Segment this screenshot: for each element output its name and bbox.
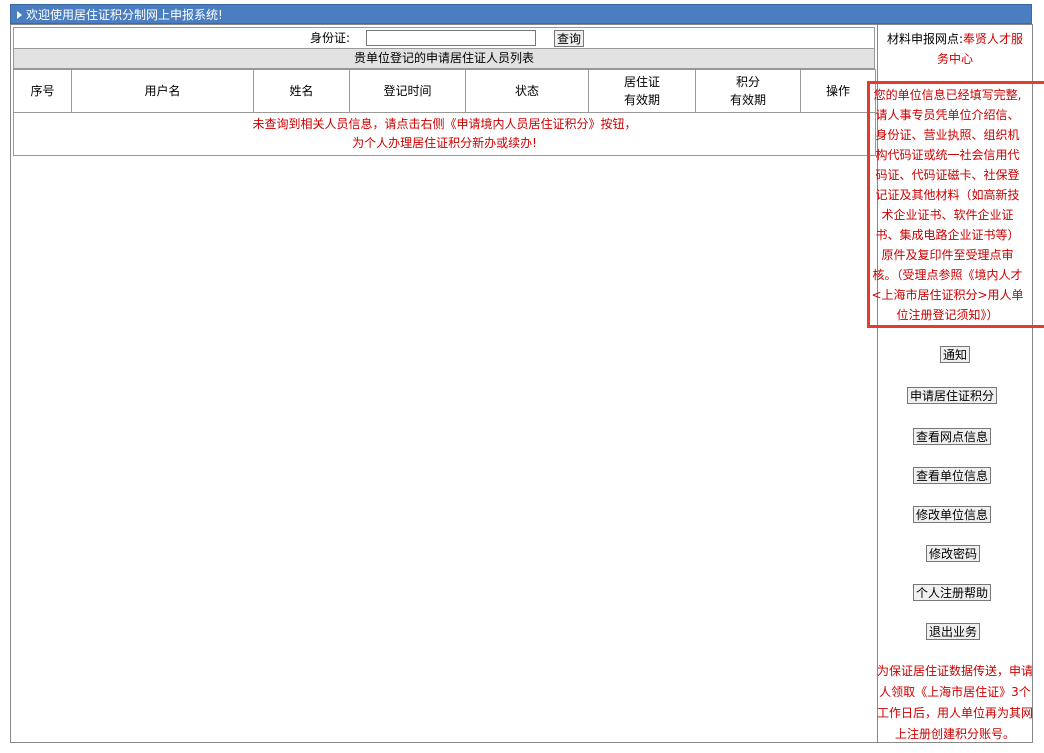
col-name: 姓名	[253, 69, 350, 113]
query-button[interactable]: 查询	[554, 30, 585, 47]
col-points-validity: 积分 有效期	[695, 69, 801, 113]
service-point-info: 材料申报网点:奉贤人才服务中心	[882, 29, 1028, 69]
edit-unit-button[interactable]: 修改单位信息	[913, 506, 992, 523]
apply-points-button[interactable]: 申请居住证积分	[907, 387, 998, 404]
id-card-label: 身份证:	[310, 31, 351, 45]
personal-register-help-button[interactable]: 个人注册帮助	[913, 584, 992, 601]
col-username: 用户名	[71, 69, 254, 113]
col-register-time: 登记时间	[349, 69, 466, 113]
col-status: 状态	[465, 69, 589, 113]
view-net-button[interactable]: 查看网点信息	[913, 428, 992, 445]
service-point-label: 材料申报网点:	[886, 32, 964, 46]
unit-info-notice: 您的单位信息已经填写完整,请人事专员凭单位介绍信、身份证、营业执照、组织机构代码…	[871, 88, 1024, 322]
id-card-input[interactable]	[366, 30, 536, 46]
main-panel: 身份证: 查询 贵单位登记的申请居住证人员列表 序号 用户名 姓名 登记时间 状…	[11, 25, 878, 742]
notify-button[interactable]: 通知	[940, 346, 971, 363]
list-title: 贵单位登记的申请居住证人员列表	[13, 49, 875, 69]
change-password-button[interactable]: 修改密码	[926, 545, 981, 562]
view-unit-button[interactable]: 查看单位信息	[913, 467, 992, 484]
app-title: 欢迎使用居住证积分制网上申报系统!	[26, 8, 223, 22]
sidebar: 材料申报网点:奉贤人才服务中心 您的单位信息已经填写完整,请人事专员凭单位介绍信…	[867, 25, 1044, 742]
table-header-row: 序号 用户名 姓名 登记时间 状态 居住证 有效期 积分 有效期 操作	[13, 69, 876, 113]
col-actions: 操作	[800, 69, 876, 113]
content-frame: 身份证: 查询 贵单位登记的申请居住证人员列表 序号 用户名 姓名 登记时间 状…	[10, 24, 1044, 743]
triangle-right-icon	[17, 11, 22, 19]
table-row: 未查询到相关人员信息，请点击右侧《申请境内人员居住证积分》按钮， 为个人办理居住证…	[13, 112, 876, 156]
col-permit-validity: 居住证 有效期	[588, 69, 696, 113]
col-index: 序号	[13, 69, 72, 113]
applicant-table: 序号 用户名 姓名 登记时间 状态 居住证 有效期 积分 有效期 操作 未查询到相关…	[13, 69, 876, 156]
data-transfer-footnote: 为保证居住证数据传送，申请人领取《上海市居住证》3个工作日后，用人单位再为其网上…	[877, 664, 1034, 741]
search-row: 身份证: 查询	[13, 27, 875, 49]
app-title-bar: 欢迎使用居住证积分制网上申报系统!	[10, 4, 1032, 24]
logout-button[interactable]: 退出业务	[926, 623, 981, 640]
empty-message: 未查询到相关人员信息，请点击右侧《申请境内人员居住证积分》按钮， 为个人办理居住证…	[13, 112, 876, 156]
